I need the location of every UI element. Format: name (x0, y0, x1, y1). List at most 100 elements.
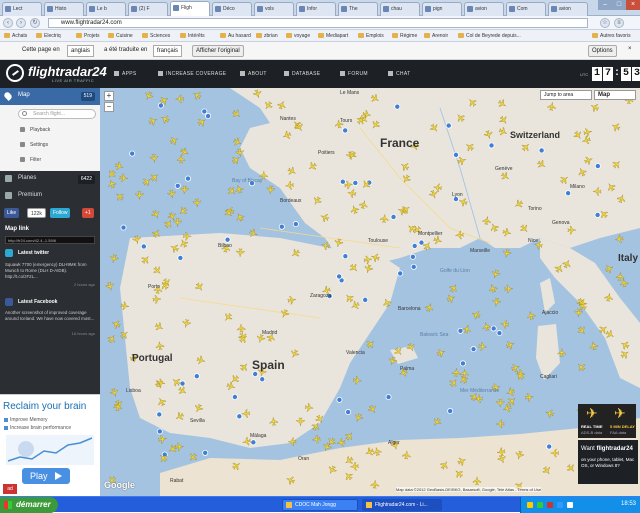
bookmark-item[interactable]: Achats (4, 31, 27, 41)
airport-icon[interactable] (231, 393, 238, 400)
sidebar-item-premium[interactable]: Premium (0, 188, 100, 204)
airport-icon[interactable] (490, 325, 497, 332)
airport-icon[interactable] (594, 211, 601, 218)
bookmark-item[interactable]: Sciences (142, 31, 170, 41)
target-language-select[interactable]: français (153, 45, 183, 57)
tray-icon[interactable] (527, 502, 533, 508)
browser-tab[interactable]: Fligh (170, 1, 210, 16)
twitter-feed-text[interactable]: Squawk 7700 (emergency) DLH9MK from Muni… (5, 262, 95, 280)
airport-icon[interactable] (352, 179, 359, 186)
reload-icon[interactable]: ↻ (30, 18, 40, 28)
google-plus-button[interactable]: +1 (82, 208, 94, 218)
airport-icon[interactable] (445, 122, 452, 129)
airport-icon[interactable] (459, 360, 466, 367)
bookmark-item[interactable]: Mediapart (318, 31, 348, 41)
star-icon[interactable]: ☆ (600, 18, 610, 28)
bookmark-item[interactable]: Emplois (358, 31, 384, 41)
jump-to-area-select[interactable]: Jump to area (540, 90, 592, 100)
minimize-icon[interactable]: – (598, 0, 612, 10)
browser-tab[interactable]: The (338, 2, 378, 16)
airport-icon[interactable] (224, 236, 231, 243)
browser-tab[interactable]: Com (506, 2, 546, 16)
airport-icon[interactable] (538, 147, 545, 154)
airport-icon[interactable] (470, 346, 477, 353)
bookmark-item[interactable]: Projets (76, 31, 100, 41)
nav-about[interactable]: ABOUT (240, 71, 267, 77)
airport-icon[interactable] (120, 224, 127, 231)
airport-icon[interactable] (342, 127, 349, 134)
tray-icon[interactable] (557, 502, 563, 508)
browser-tab[interactable]: Infor (296, 2, 336, 16)
browser-tab[interactable]: (2) F (128, 2, 168, 16)
airport-icon[interactable] (201, 108, 208, 115)
airport-icon[interactable] (594, 163, 601, 170)
nav-database[interactable]: DATABASE (284, 71, 320, 77)
tray-icon[interactable] (547, 502, 553, 508)
airport-icon[interactable] (385, 394, 392, 401)
flight-map[interactable]: + − Jump to area Map France Switzerland … (100, 88, 640, 496)
airport-icon[interactable] (250, 439, 257, 446)
taskbar-item[interactable]: CDOC Mah Jongg (282, 499, 358, 511)
bookmark-item[interactable]: Electriq (36, 31, 61, 41)
taskbar-item-active[interactable]: Flightradar24.com - Li... (362, 499, 442, 511)
close-icon[interactable]: × (626, 0, 640, 10)
airport-icon[interactable] (140, 243, 147, 250)
browser-tab[interactable]: Le b (86, 2, 126, 16)
sidebar-item-map[interactable]: Map 519 (0, 88, 100, 105)
sidebar-option-filter[interactable]: Filter (18, 157, 41, 163)
airport-icon[interactable] (362, 296, 369, 303)
map-canvas[interactable] (100, 88, 640, 496)
airport-icon[interactable] (156, 411, 163, 418)
bookmark-item[interactable]: Cuisine (108, 31, 133, 41)
airport-icon[interactable] (336, 273, 343, 280)
airport-icon[interactable] (336, 396, 343, 403)
airport-icon[interactable] (394, 103, 401, 110)
google-logo[interactable]: Google (104, 480, 135, 490)
airport-icon[interactable] (156, 428, 163, 435)
airport-icon[interactable] (452, 151, 459, 158)
airport-icon[interactable] (252, 370, 259, 377)
sidebar-option-playback[interactable]: Playback (18, 127, 50, 133)
airport-icon[interactable] (339, 178, 346, 185)
airport-icon[interactable] (546, 443, 553, 450)
airport-icon[interactable] (292, 221, 299, 228)
browser-tab[interactable]: Lect (2, 2, 42, 16)
airport-icon[interactable] (397, 270, 404, 277)
airport-icon[interactable] (565, 190, 572, 197)
airport-icon[interactable] (342, 253, 349, 260)
airport-icon[interactable] (488, 142, 495, 149)
bookmark-item[interactable]: Col de Beyrede depuis... (458, 31, 521, 41)
bookmark-item[interactable]: voyage (286, 31, 310, 41)
airport-icon[interactable] (236, 413, 243, 420)
airport-icon[interactable] (157, 102, 164, 109)
airport-icon[interactable] (193, 373, 200, 380)
airport-icon[interactable] (202, 449, 209, 456)
airport-icon[interactable] (457, 327, 464, 334)
airport-icon[interactable] (259, 376, 266, 383)
nav-increase-coverage[interactable]: INCREASE COVERAGE (158, 71, 226, 77)
show-original-button[interactable]: Afficher l'original (192, 45, 244, 57)
browser-tab[interactable]: Histo (44, 2, 84, 16)
browser-tab[interactable]: chau (380, 2, 420, 16)
zoom-in-button[interactable]: + (104, 91, 114, 101)
airport-icon[interactable] (185, 175, 192, 182)
airport-icon[interactable] (390, 213, 397, 220)
airport-icon[interactable] (205, 113, 212, 120)
forward-icon[interactable]: › (16, 18, 26, 28)
airport-icon[interactable] (174, 182, 181, 189)
ad-play-button[interactable]: Play (22, 468, 70, 484)
airport-icon[interactable] (177, 254, 184, 261)
wrench-icon[interactable]: ≡ (614, 18, 624, 28)
back-icon[interactable]: ‹ (3, 18, 13, 28)
map-credits[interactable]: Map data ©2012 GeoBasis-DE/BKG, Basarsof… (396, 487, 542, 492)
airport-icon[interactable] (278, 223, 285, 230)
airport-icon[interactable] (411, 242, 418, 249)
browser-tab[interactable]: avion (464, 2, 504, 16)
map-link-field[interactable]: http://fr24.com/42.4,-1.59/6 (5, 236, 95, 244)
other-bookmarks[interactable]: Autres favoris (592, 31, 631, 41)
airport-icon[interactable] (345, 409, 352, 416)
airport-icon[interactable] (129, 150, 136, 157)
nav-forum[interactable]: FORUM (340, 71, 368, 77)
airport-icon[interactable] (447, 408, 454, 415)
maximize-icon[interactable]: □ (612, 0, 626, 10)
